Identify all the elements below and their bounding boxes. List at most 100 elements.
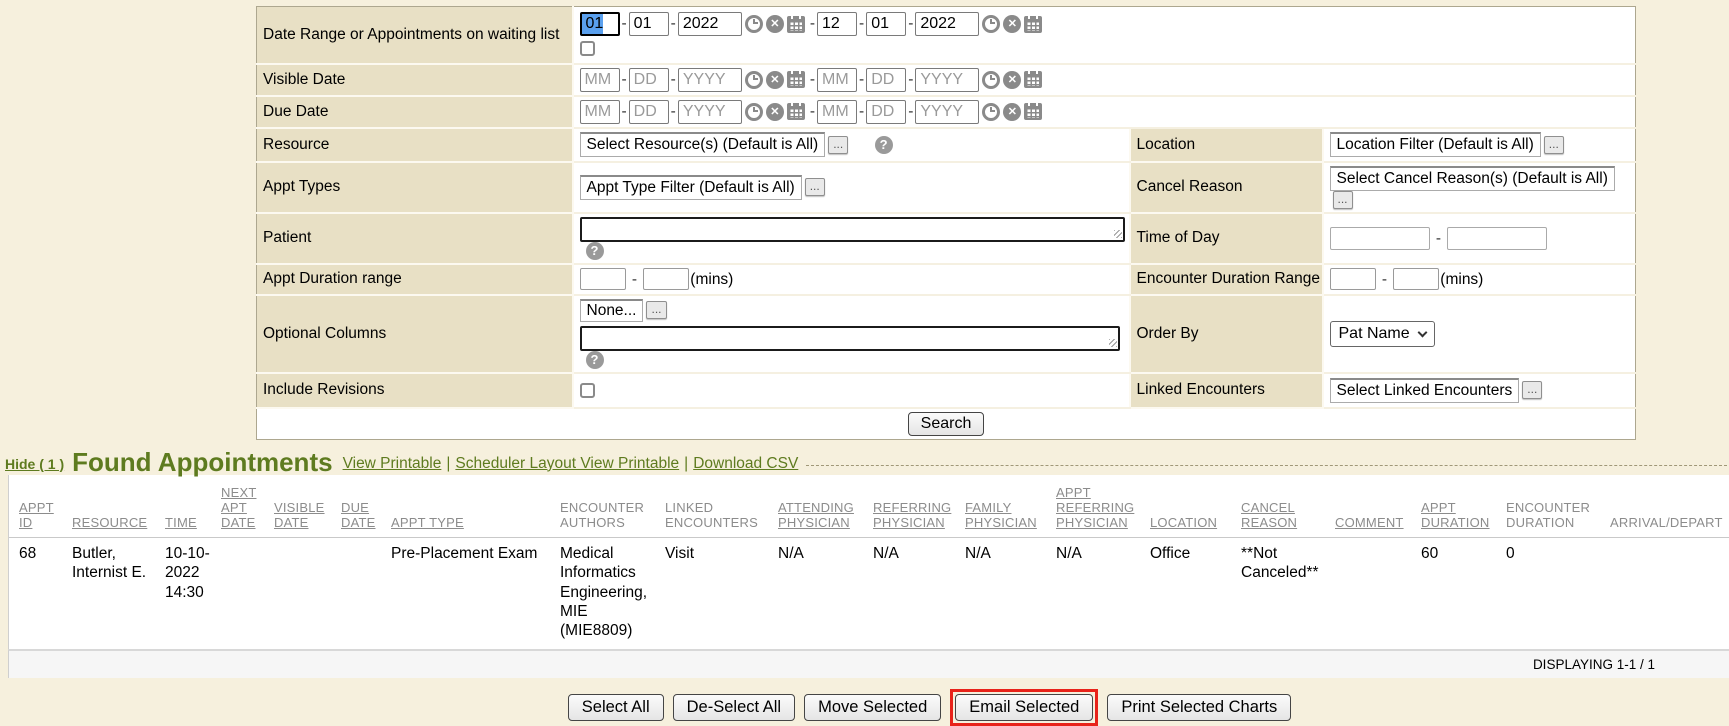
help-icon[interactable] [875,136,893,154]
resource-label: Resource [257,128,573,162]
date-range-end-day-input[interactable] [866,12,906,36]
visible-date-end-day-input[interactable] [866,68,906,92]
optional-columns-more-button[interactable]: ... [646,301,666,319]
date-range-end-year-input[interactable] [915,12,979,36]
column-header-resource[interactable]: RESOURCE [68,475,161,538]
column-header-visible-date[interactable]: VISIBLE DATE [270,475,337,538]
time-picker-icon[interactable] [982,103,1000,121]
appt-duration-field: - (mins) [573,264,1130,295]
time-picker-icon[interactable] [745,103,763,121]
time-picker-icon[interactable] [982,15,1000,33]
calendar-picker-icon[interactable] [1024,16,1042,33]
email-selected-button[interactable]: Email Selected [955,694,1093,721]
move-selected-button[interactable]: Move Selected [804,694,941,721]
waiting-list-checkbox[interactable] [580,41,595,56]
help-icon[interactable] [586,242,604,260]
time-of-day-start-input[interactable] [1330,227,1430,250]
clear-date-icon[interactable] [1003,103,1021,121]
time-of-day-end-input[interactable] [1447,227,1547,250]
linked-encounters-field: Select Linked Encounters... [1323,373,1636,408]
column-header-appt-duration[interactable]: APPT DURATION [1417,475,1502,538]
column-header-appt-type[interactable]: APPT TYPE [387,475,556,538]
visible-date-end-month-input[interactable] [817,68,857,92]
time-picker-icon[interactable] [982,71,1000,89]
calendar-picker-icon[interactable] [787,103,805,120]
due-date-end-day-input[interactable] [866,100,906,124]
visible-date-start-year-input[interactable] [678,68,742,92]
clear-date-icon[interactable] [1003,71,1021,89]
resource-more-button[interactable]: ... [828,136,848,154]
appt-type-filter-box[interactable]: Appt Type Filter (Default is All) [580,175,802,200]
time-picker-icon[interactable] [745,71,763,89]
column-header-attending-physician[interactable]: ATTENDING PHYSICIAN [774,475,869,538]
location-filter-box[interactable]: Location Filter (Default is All) [1330,132,1541,157]
due-date-start-month-input[interactable] [580,100,620,124]
due-date-end-year-input[interactable] [915,100,979,124]
linked-encounters-more-button[interactable]: ... [1522,381,1542,399]
help-icon[interactable] [586,351,604,369]
date-range-end-month-input[interactable] [817,12,857,36]
time-picker-icon[interactable] [745,15,763,33]
column-header-referring-physician[interactable]: REFERRING PHYSICIAN [869,475,961,538]
column-header-due-date[interactable]: DUE DATE [337,475,387,538]
column-header-location[interactable]: LOCATION [1146,475,1237,538]
order-by-select[interactable]: Pat Name [1330,321,1435,347]
column-header-appt-id[interactable]: APPT ID [9,475,68,538]
scheduler-layout-view-printable-link[interactable]: Scheduler Layout View Printable [455,455,679,472]
include-revisions-checkbox[interactable] [580,383,595,398]
due-date-start-year-input[interactable] [678,100,742,124]
calendar-picker-icon[interactable] [1024,103,1042,120]
date-range-start-day-input[interactable] [629,12,669,36]
encounter-duration-min-input[interactable] [1330,268,1376,290]
search-button[interactable]: Search [908,412,985,436]
optional-columns-input[interactable] [580,326,1120,351]
appt-duration-max-input[interactable] [643,268,689,290]
cancel-reason-more-button[interactable]: ... [1333,191,1353,209]
dash-separator: - [671,103,676,121]
clear-date-icon[interactable] [1003,15,1021,33]
linked-encounters-label: Linked Encounters [1130,373,1323,408]
cancel-reason-filter-box[interactable]: Select Cancel Reason(s) (Default is All) [1330,166,1615,191]
due-date-start-day-input[interactable] [629,100,669,124]
column-header-linked-encounters: LINKED ENCOUNTERS [661,475,774,538]
location-more-button[interactable]: ... [1544,136,1564,154]
view-printable-link[interactable]: View Printable [343,455,442,472]
optional-columns-selected-box[interactable]: None... [580,299,644,322]
due-date-end-month-input[interactable] [817,100,857,124]
resize-grip-icon[interactable] [1114,230,1122,238]
patient-input[interactable] [580,217,1125,242]
de-select-all-button[interactable]: De-Select All [673,694,795,721]
calendar-picker-icon[interactable] [1024,71,1042,88]
visible-date-start-month-input[interactable] [580,68,620,92]
clear-date-icon[interactable] [766,103,784,121]
column-header-comment[interactable]: COMMENT [1331,475,1417,538]
date-range-fields: - - - - - [573,7,1636,64]
hide-results-link[interactable]: Hide ( 1 ) [5,456,64,475]
clear-date-icon[interactable] [766,15,784,33]
dash-separator: - [622,15,627,33]
select-all-button[interactable]: Select All [568,694,664,721]
column-header-family-physician[interactable]: FAMILY PHYSICIAN [961,475,1052,538]
download-csv-link[interactable]: Download CSV [693,455,798,472]
column-header-appt-referring-physician[interactable]: APPT REFERRING PHYSICIAN [1052,475,1146,538]
column-header-cancel-reason[interactable]: CANCEL REASON [1237,475,1331,538]
visible-date-end-year-input[interactable] [915,68,979,92]
resource-filter-box[interactable]: Select Resource(s) (Default is All) [580,132,826,157]
visible-date-start-day-input[interactable] [629,68,669,92]
calendar-picker-icon[interactable] [787,71,805,88]
encounter-duration-max-input[interactable] [1393,268,1439,290]
calendar-picker-icon[interactable] [787,16,805,33]
dash-separator: - [671,71,676,89]
date-range-start-year-input[interactable] [678,12,742,36]
appt-types-more-button[interactable]: ... [805,178,825,196]
print-selected-charts-button[interactable]: Print Selected Charts [1107,694,1291,721]
appt-duration-min-input[interactable] [580,268,626,290]
linked-encounters-filter-box[interactable]: Select Linked Encounters [1330,378,1520,403]
resize-grip-icon[interactable] [1109,339,1117,347]
date-range-start-month-input[interactable] [580,12,620,36]
column-header-next-apt-date[interactable]: NEXT APT DATE [217,475,270,538]
date-range-label: Date Range or Appointments on waiting li… [257,7,573,64]
dash-separator: - [908,103,913,121]
clear-date-icon[interactable] [766,71,784,89]
column-header-time[interactable]: TIME [161,475,217,538]
